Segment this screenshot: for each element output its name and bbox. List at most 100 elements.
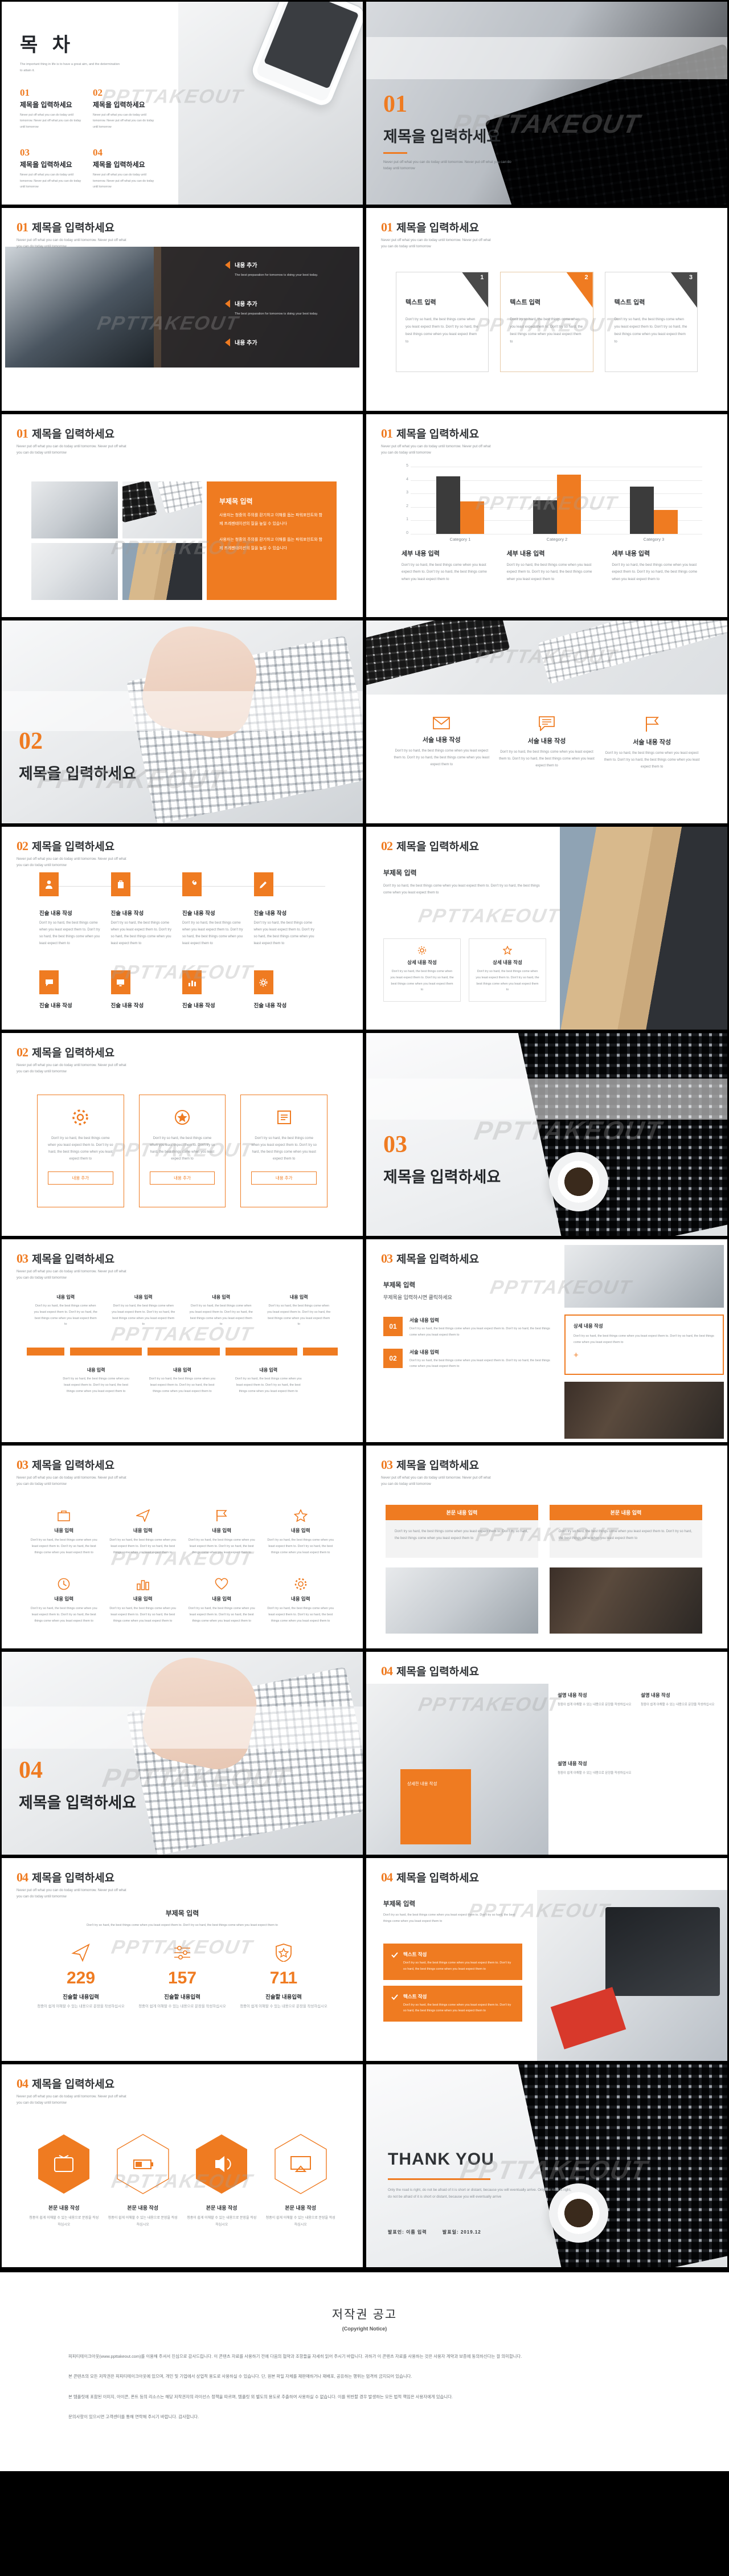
add-content-button[interactable]: 내용 추가 xyxy=(48,1171,113,1185)
icon-cell[interactable]: 내용 입력 Don't try so hard, the best things… xyxy=(104,1509,183,1556)
heading-title: 제목을 입력하세요 xyxy=(32,2079,115,2091)
toc-item[interactable]: 04 제목을 입력하세요 Never put off what you can … xyxy=(93,147,155,190)
outline-box[interactable]: Don't try so hard, the best things come … xyxy=(138,1095,226,1207)
card[interactable]: 3 텍스트 입력 Don't try so hard, the best thi… xyxy=(604,272,698,372)
tag-panel[interactable]: 본문 내용 입력 Don't try so hard, the best thi… xyxy=(386,1505,538,1558)
add-content-button[interactable]: 내용 추가 xyxy=(149,1171,215,1185)
icon-cell[interactable]: 내용 입력 Don't try so hard, the best things… xyxy=(261,1578,341,1624)
icon-cell[interactable]: 서술 내용 작성 Don't try so hard, the best thi… xyxy=(389,716,494,770)
step[interactable]: 진술 내용 작성 Don't try so hard, the best thi… xyxy=(182,872,254,947)
timeline-bottom-item[interactable]: 내용 입력 Don't try so hard, the best things… xyxy=(226,1367,312,1394)
icon-cell[interactable]: 내용 입력 Don't try so hard, the best things… xyxy=(182,1509,261,1556)
step[interactable]: 진술 내용 작성 xyxy=(39,970,111,1009)
icon-cell[interactable]: 서술 내용 작성 Don't try so hard, the best thi… xyxy=(494,716,600,770)
stat-text: 청중이 쉽게 이해할 수 있는 내용으로 문장을 작성하십시오 xyxy=(138,2005,226,2008)
timeline-top-item[interactable]: 내용 입력 Don't try so hard, the best things… xyxy=(182,1294,260,1328)
timeline-bottom-item[interactable]: 내용 입력 Don't try so hard, the best things… xyxy=(139,1367,225,1394)
slide-section-04[interactable]: PPTTAKEOUT 04 제목을 입력하세요 xyxy=(2,1652,363,1855)
hex-cell[interactable]: 본문 내용 작성 청중이 쉽게 이해할 수 있는 내용으로 문장을 작성하십시오 xyxy=(24,2133,104,2228)
slide-three-icons[interactable]: PPTTAKEOUT 서술 내용 작성 Don't try so hard, t… xyxy=(366,620,727,823)
step[interactable]: 진술 내용 작성 Don't try so hard, the best thi… xyxy=(39,872,111,947)
slide-steps[interactable]: 02 제목을 입력하세요 Never put off what you can d… xyxy=(2,827,363,1030)
slide-icon-grid[interactable]: 03 제목을 입력하세요 Never put off what you can d… xyxy=(2,1446,363,1648)
slide-thank-you[interactable]: PPTTAKEOUT THANK YOU Only the road is ri… xyxy=(366,2064,727,2267)
speech-bubble-icon xyxy=(499,716,595,731)
step[interactable]: 진술 내용 작성 xyxy=(182,970,254,1009)
hex-cell[interactable]: 본문 내용 작성 청중이 쉽게 이해할 수 있는 내용으로 문장을 작성하십시오 xyxy=(261,2133,341,2228)
slide-bar-chart[interactable]: 01 제목을 입력하세요 Never put off what you can d… xyxy=(366,414,727,617)
timeline-top-item[interactable]: 내용 입력 Don't try so hard, the best things… xyxy=(27,1294,105,1328)
slide-three-outline-boxes[interactable]: 02 제목을 입력하세요 Never put off what you can d… xyxy=(2,1033,363,1236)
check-row[interactable]: 텍스트 작성 Don't try so hard, the best thing… xyxy=(383,1944,522,1980)
slide-toc[interactable]: PPTTAKEOUT 목 차 The important thing in li… xyxy=(2,2,363,205)
check-row[interactable]: 텍스트 작성 Don't try so hard, the best thing… xyxy=(383,1985,522,2022)
step[interactable]: 진술 내용 작성 Don't try so hard, the best thi… xyxy=(110,872,183,947)
slide-section-03[interactable]: PPTTAKEOUT 03 제목을 입력하세요 xyxy=(366,1033,727,1236)
step[interactable]: 진술 내용 작성 xyxy=(253,970,326,1009)
icon-cell[interactable]: 내용 입력 Don't try so hard, the best things… xyxy=(261,1509,341,1556)
slide-explain-columns[interactable]: 04 제목을 입력하세요 상세한 내용 작성 PPTTAKEOUT 설명 내용 작… xyxy=(366,1652,727,1855)
outline-box[interactable]: Don't try so hard, the best things come … xyxy=(240,1095,328,1207)
add-content-button[interactable]: 내용 추가 xyxy=(251,1171,317,1185)
slide-folded-cards[interactable]: 01 제목을 입력하세요 Never put off what you can d… xyxy=(366,208,727,411)
heading-number: 03 xyxy=(381,1458,393,1472)
slide-timeline[interactable]: 03 제목을 입력하세요 Never put off what you can d… xyxy=(2,1239,363,1442)
timeline-top-item[interactable]: 내용 입력 Don't try so hard, the best things… xyxy=(260,1294,338,1328)
step[interactable]: 진술 내용 작성 Don't try so hard, the best thi… xyxy=(253,872,326,947)
icon-cell[interactable]: 내용 입력 Don't try so hard, the best things… xyxy=(182,1578,261,1624)
slide-section-02[interactable]: PPTTAKEOUT 02 제목을 입력하세요 xyxy=(2,620,363,823)
numbered-row[interactable]: 01 서술 내용 입력 Don't try so hard, the best … xyxy=(383,1317,554,1338)
heading-title: 제목을 입력하세요 xyxy=(32,1872,115,1884)
explain-col[interactable]: 설명 내용 작성 청중이 쉽게 이해할 수 있는 내용으로 문장을 작성하십시오 xyxy=(558,1692,632,1708)
card[interactable]: 1 텍스트 입력 Don't try so hard, the best thi… xyxy=(396,272,489,372)
side-panel[interactable]: 상세 내용 작성 Don't try so hard, the best thi… xyxy=(564,1314,724,1375)
explain-col[interactable]: 설명 내용 작성 청중이 쉽게 이해할 수 있는 내용으로 문장을 작성하십시오 xyxy=(641,1692,715,1708)
card[interactable]: 2 텍스트 입력 Don't try so hard, the best thi… xyxy=(500,272,593,372)
pencil-icon xyxy=(253,872,273,896)
stat-item[interactable]: 157 진술할 내용입력 청중이 쉽게 이해할 수 있는 내용으로 문장을 작성… xyxy=(132,1944,233,2011)
stat-item[interactable]: 229 진술할 내용입력 청중이 쉽게 이해할 수 있는 내용으로 문장을 작성… xyxy=(30,1944,132,2011)
paperplane-icon xyxy=(108,1509,178,1522)
mini-card[interactable]: 상세 내용 작성 Don't try so hard, the best thi… xyxy=(469,938,546,1002)
toc-item[interactable]: 03 제목을 입력하세요 Never put off what you can … xyxy=(20,147,83,190)
slide-heading: 02 제목을 입력하세요 Never put off what you can d… xyxy=(17,1044,130,1075)
timeline-bottom-item[interactable]: 내용 입력 Don't try so hard, the best things… xyxy=(53,1367,139,1394)
slide-section-01[interactable]: PPTTAKEOUT 01 제목을 입력하세요 Never put off wh… xyxy=(366,2,727,205)
toc-item[interactable]: 01 제목을 입력하세요 Never put off what you can … xyxy=(20,87,83,130)
explain-col[interactable]: 설명 내용 작성 청중이 쉽게 이해할 수 있는 내용으로 문장을 작성하십시오 xyxy=(558,1760,715,1777)
callout-2[interactable]: 내용 추가 The best preparation for tomorrow … xyxy=(225,299,318,317)
timeline-top-item[interactable]: 내용 입력 Don't try so hard, the best things… xyxy=(105,1294,183,1328)
hex-cell[interactable]: 본문 내용 작성 청중이 쉽게 이해할 수 있는 내용으로 문장을 작성하십시오 xyxy=(182,2133,261,2228)
chart-bar xyxy=(557,475,581,534)
toc-item[interactable]: 02 제목을 입력하세요 Never put off what you can … xyxy=(93,87,155,130)
slide-heading: 04 제목을 입력하세요 Never put off what you can d… xyxy=(17,1869,130,1900)
hex-cell[interactable]: 본문 내용 작성 청중이 쉽게 이해할 수 있는 내용으로 문장을 작성하십시오 xyxy=(104,2133,183,2228)
slide-photos-orange[interactable]: 01 제목을 입력하세요 Never put off what you can d… xyxy=(2,414,363,617)
step[interactable]: 진술 내용 작성 xyxy=(110,970,183,1009)
icon-cell[interactable]: 내용 입력 Don't try so hard, the best things… xyxy=(104,1578,183,1624)
stat-item[interactable]: 711 진술할 내용입력 청중이 쉽게 이해할 수 있는 내용으로 문장을 작성… xyxy=(233,1944,334,2011)
callout-1[interactable]: 내용 추가 The best preparation for tomorrow … xyxy=(225,260,318,279)
icon-cell[interactable]: 서술 내용 작성 Don't try so hard, the best thi… xyxy=(599,716,705,770)
slide-check-rows[interactable]: 04 제목을 입력하세요 PPTTAKEOUT 부제목 입력 Don't try … xyxy=(366,1858,727,2061)
section-block: 04 제목을 입력하세요 xyxy=(19,1758,136,1812)
stat-value: 229 xyxy=(66,1969,96,1987)
orange-panel: 부제목 입력 사용자는 청중의 주의를 환기하고 이해를 돕는 파워포인트와 함… xyxy=(207,481,337,600)
mini-card[interactable]: 상세 내용 작성 Don't try so hard, the best thi… xyxy=(383,938,461,1002)
callout-3[interactable]: 내용 추가 xyxy=(225,338,257,346)
numbered-row[interactable]: 02 서술 내용 입력 Don't try so hard, the best … xyxy=(383,1348,554,1370)
slide-web-callouts[interactable]: 01 제목을 입력하세요 Never put off what you can d… xyxy=(2,208,363,411)
slide-numbered-list[interactable]: 03 제목을 입력하세요 부제목 입력 무제목을 입력하시면 클릭하세요 01 서… xyxy=(366,1239,727,1442)
slide-two-tag-panels[interactable]: 03 제목을 입력하세요 Never put off what you can d… xyxy=(366,1446,727,1648)
outline-box[interactable]: Don't try so hard, the best things come … xyxy=(37,1095,124,1207)
icon-cell[interactable]: 내용 입력 Don't try so hard, the best things… xyxy=(24,1578,104,1624)
plus-icon[interactable]: + xyxy=(574,1350,715,1360)
slide-stats[interactable]: 04 제목을 입력하세요 Never put off what you can d… xyxy=(2,1858,363,2061)
icon-cell[interactable]: 내용 입력 Don't try so hard, the best things… xyxy=(24,1509,104,1556)
icon-title: 내용 입력 xyxy=(133,1528,153,1533)
toc-item-number: 03 xyxy=(20,147,30,158)
slide-hexagons[interactable]: 04 제목을 입력하세요 Never put off what you can d… xyxy=(2,2064,363,2267)
tag-panel[interactable]: 본문 내용 입력 Don't try so hard, the best thi… xyxy=(550,1505,702,1558)
subtitle-text: Don't try so hard, the best things come … xyxy=(87,1924,278,1927)
slide-mouse-desk[interactable]: 02 제목을 입력하세요 PPTTAKEOUT 부제목 입력 Don't try … xyxy=(366,827,727,1030)
